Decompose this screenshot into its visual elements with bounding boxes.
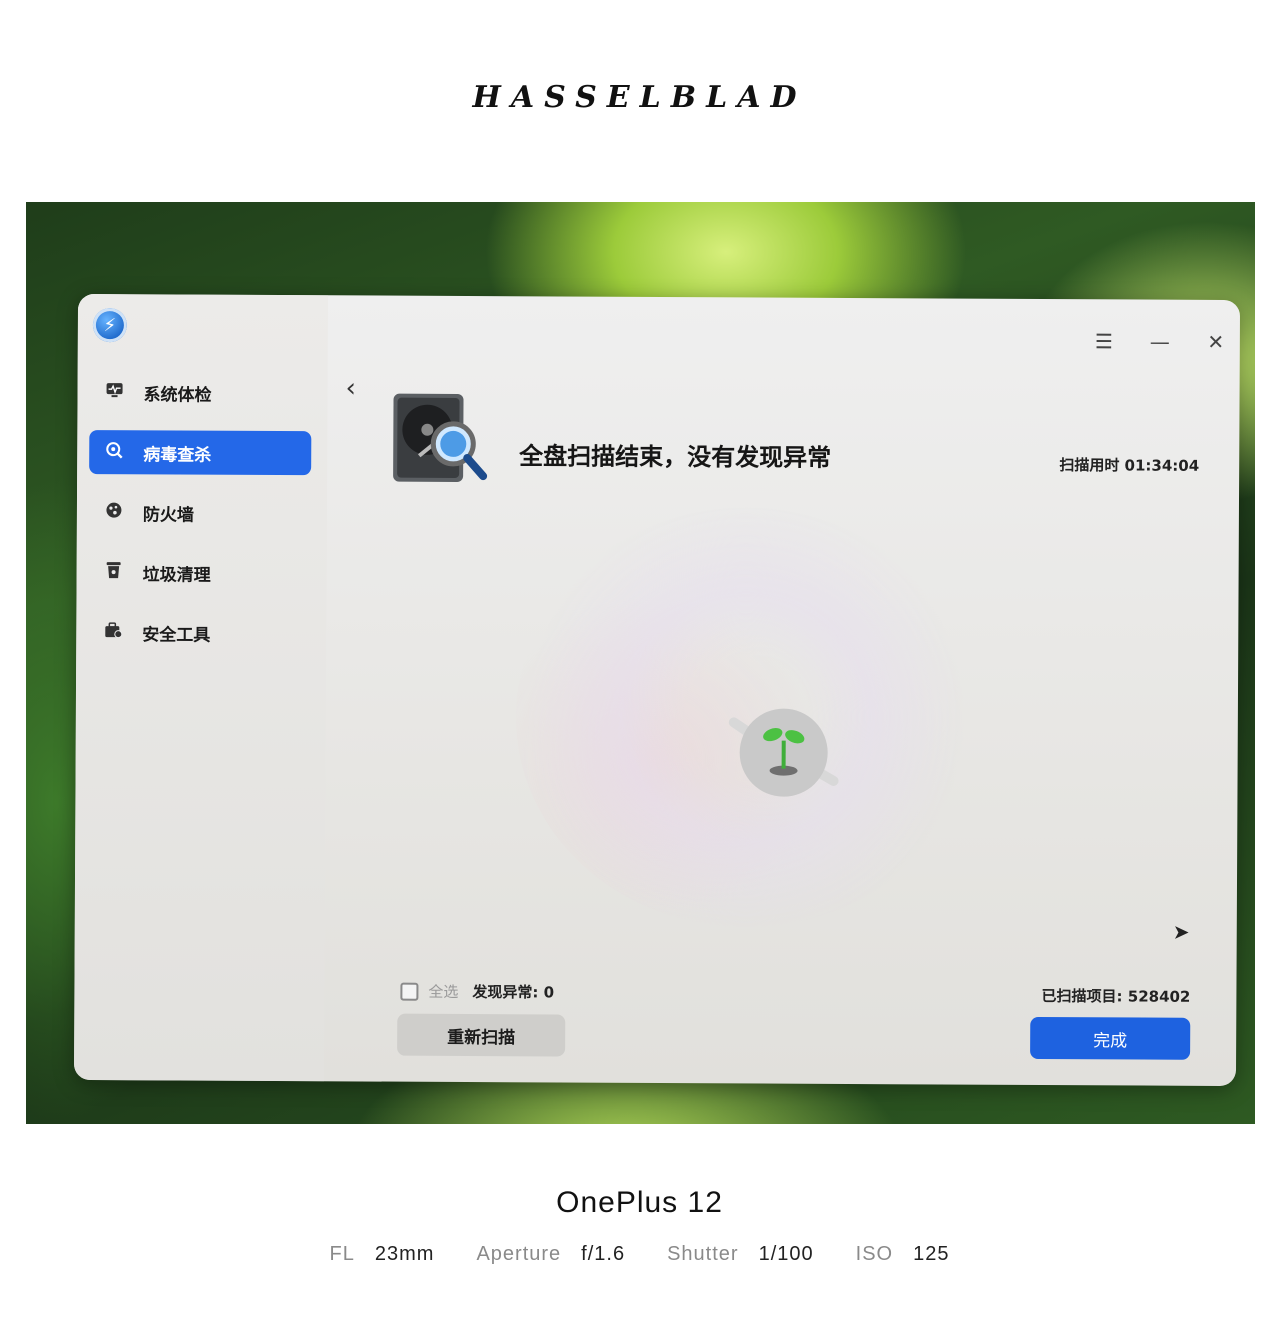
sidebar-item-junk-clean[interactable]: 垃圾清理 [88,550,310,595]
exif-key: Aperture [476,1243,562,1265]
select-all-label: 全选 [428,982,459,1001]
sidebar-item-firewall[interactable]: 防火墙 [89,490,311,535]
toolbox-icon [102,622,124,642]
scan-duration: 扫描用时 01:34:04 [1059,456,1200,475]
exif-key: Shutter [667,1243,739,1265]
exif-value: 23mm [374,1243,435,1265]
minimize-icon[interactable]: — [1148,330,1172,354]
select-row: 全选 发现异常: 0 [400,981,554,1003]
security-app-window: ⚡ 系统体检 病毒查杀 防火墙 垃圾清理 安全工具 ☰ — ✕ ‹ 全盘扫描结束… [73,293,1241,1087]
sidebar-item-label: 病毒查杀 [143,444,212,466]
menu-icon[interactable]: ☰ [1092,329,1116,353]
select-all-checkbox[interactable] [400,982,419,1001]
exif-info: FL 23mm Aperture f/1.6 Shutter 1/100 ISO… [0,1243,1279,1266]
virus-scan-icon [103,441,125,463]
photo: ⚡ 系统体检 病毒查杀 防火墙 垃圾清理 安全工具 ☰ — ✕ ‹ 全盘扫描结束… [26,202,1255,1124]
close-icon[interactable]: ✕ [1204,330,1228,354]
exif-value: 125 [913,1243,950,1265]
firewall-icon [103,501,125,523]
sidebar-item-label: 安全工具 [142,624,211,646]
exif-key: FL [329,1243,355,1265]
exif-value: f/1.6 [581,1243,626,1265]
exif-value: 1/100 [758,1243,814,1265]
done-button[interactable]: 完成 [1030,1016,1191,1060]
sidebar-item-label: 防火墙 [142,504,194,526]
hard-disk-scan-icon [389,390,490,491]
sidebar-item-system-check[interactable]: 系统体检 [89,370,311,415]
anomaly-count: 发现异常: 0 [472,983,555,1002]
mouse-pointer-icon: ➤ [1172,919,1190,944]
sidebar-item-virus-scan[interactable]: 病毒查杀 [89,430,312,476]
sidebar-item-security-tools[interactable]: 安全工具 [88,610,310,655]
back-arrow-icon[interactable]: ‹ [345,373,356,403]
app-shield-logo-icon: ⚡ [92,308,127,343]
sidebar-item-label: 系统体检 [143,384,212,406]
device-name: OnePlus 12 [556,1186,723,1219]
hasselblad-logo: HASSELBLAD [472,80,807,115]
scanned-items-count: 已扫描项目: 528402 [1041,987,1191,1006]
sidebar: ⚡ 系统体检 病毒查杀 防火墙 垃圾清理 安全工具 [73,293,329,1082]
trash-bin-icon [103,561,125,583]
sprout-icon [723,692,844,813]
sidebar-item-label: 垃圾清理 [142,564,211,586]
scan-result-headline: 全盘扫描结束，没有发现异常 [519,442,832,472]
monitor-pulse-icon [103,382,125,402]
rescan-button[interactable]: 重新扫描 [397,1013,566,1057]
exif-key: ISO [855,1243,894,1265]
